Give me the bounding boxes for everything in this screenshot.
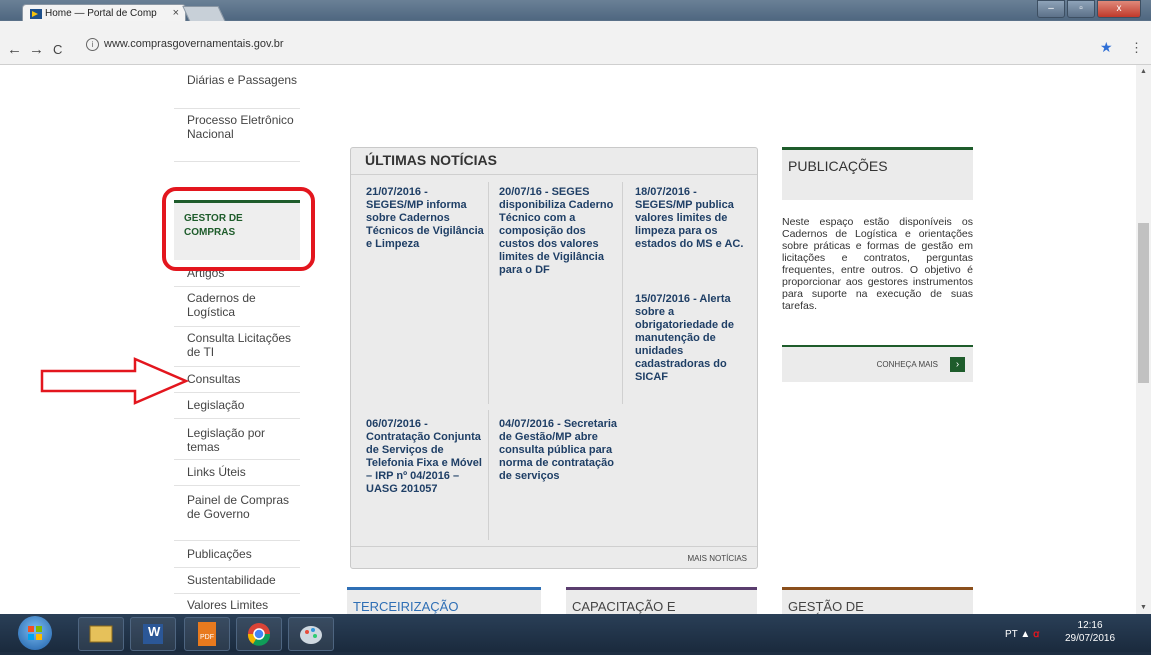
pdf-label: PDF (200, 634, 214, 641)
chevron-right-icon[interactable]: › (950, 357, 965, 372)
sidebar-item-publicacoes[interactable]: Publicações (174, 547, 300, 568)
close-window-button[interactable]: x (1097, 0, 1141, 18)
pdf-icon[interactable]: PDF (184, 617, 230, 651)
divider (488, 410, 489, 540)
tab-title: Home — Portal de Comp (45, 8, 157, 19)
news-item[interactable]: 04/07/2016 - Secretaria de Gestão/MP abr… (499, 418, 619, 483)
info-icon[interactable]: i (86, 38, 99, 51)
more-news-link[interactable]: MAIS NOTÍCIAS (687, 554, 747, 563)
news-item[interactable]: 15/07/2016 - Alerta sobre a obrigatoried… (635, 293, 753, 384)
gestao-logistica-box[interactable]: GESTÃO DE LOGÍSTICA (782, 587, 973, 614)
bookmark-star-icon[interactable]: ★ (1100, 39, 1113, 56)
maximize-button[interactable]: ▫ (1067, 0, 1095, 18)
divider (351, 174, 757, 175)
browser-menu-icon[interactable]: ⋮ (1130, 40, 1143, 56)
web-page: Diárias e Passagens Processo Eletrônico … (0, 65, 1136, 614)
scrollbar-thumb[interactable] (1138, 223, 1149, 383)
sidebar-item-valores-limites[interactable]: Valores Limites (174, 598, 300, 614)
file-explorer-icon[interactable] (78, 617, 124, 651)
browser-toolbar: ← → C i www.comprasgovernamentais.gov.br … (0, 21, 1151, 65)
box-title: GESTÃO DE LOGÍSTICA (788, 599, 864, 614)
sidebar-item-consulta-licitacoes-ti[interactable]: Consulta Licitações de TI (174, 331, 300, 367)
capacitacao-box[interactable]: CAPACITAÇÃO E EVENTOS (566, 587, 757, 614)
sidebar-item-sustentabilidade[interactable]: Sustentabilidade (174, 573, 300, 594)
learn-more-link[interactable]: CONHEÇA MAIS (877, 360, 938, 369)
learn-more-bar[interactable]: CONHEÇA MAIS › (782, 345, 973, 382)
address-bar[interactable]: i www.comprasgovernamentais.gov.br (86, 38, 284, 51)
box-title: TERCEIRIZAÇÃO (353, 599, 459, 614)
paint-icon[interactable] (288, 617, 334, 651)
start-button[interactable] (18, 616, 52, 650)
divider (622, 182, 623, 404)
sidebar-item-legislacao[interactable]: Legislação (174, 398, 300, 419)
word-icon[interactable]: W (130, 617, 176, 651)
sidebar-item-legislacao-por-temas[interactable]: Legislação por temas (174, 426, 300, 460)
windows-logo-icon (28, 626, 42, 640)
publications-description: Neste espaço estão disponíveis os Cadern… (782, 216, 973, 312)
minimize-button[interactable]: ‒ (1037, 0, 1065, 18)
news-item[interactable]: 18/07/2016 - SEGES/MP publica valores li… (635, 186, 753, 251)
sidebar-item-painel-compras[interactable]: Painel de Compras de Governo (174, 493, 300, 541)
system-clock[interactable]: 12:16 29/07/2016 (1065, 619, 1115, 645)
divider (351, 546, 757, 547)
scroll-down-icon[interactable]: ▼ (1140, 604, 1147, 611)
word-label: W (148, 624, 161, 639)
language-indicator[interactable]: PT ▲ ꭤ (1005, 626, 1039, 640)
news-item[interactable]: 20/07/16 - SEGES disponibiliza Caderno T… (499, 186, 619, 277)
windows-taskbar: W PDF PT ▲ ꭤ 12:16 29/07/2016 (0, 614, 1151, 652)
publications-header: PUBLICAÇÕES (782, 147, 973, 200)
tray-arrow-icon[interactable]: ▲ (1020, 629, 1030, 640)
url-text: www.comprasgovernamentais.gov.br (104, 38, 284, 50)
tab-close-icon[interactable]: × (173, 7, 179, 19)
window-controls: ‒ ▫ x (1035, 0, 1141, 18)
title-bar: Home — Portal de Comp × ‒ ▫ x (0, 0, 1151, 23)
news-item[interactable]: 21/07/2016 - SEGES/MP informa sobre Cade… (366, 186, 484, 251)
portal-favicon-icon (30, 9, 42, 19)
clock-time: 12:16 (1077, 620, 1103, 631)
news-title: ÚLTIMAS NOTÍCIAS (365, 152, 497, 168)
highlight-annotation (162, 187, 315, 271)
new-tab-button[interactable] (182, 6, 226, 22)
sidebar-item-diarias[interactable]: Diárias e Passagens (174, 73, 300, 109)
divider (488, 182, 489, 404)
antivirus-icon[interactable]: ꭤ (1033, 629, 1039, 640)
forward-arrow-icon[interactable]: → (29, 41, 44, 58)
latest-news-panel: ÚLTIMAS NOTÍCIAS 21/07/2016 - SEGES/MP i… (350, 147, 758, 569)
publications-title: PUBLICAÇÕES (788, 158, 888, 174)
terceirizacao-box[interactable]: TERCEIRIZAÇÃO (347, 587, 541, 614)
reload-icon[interactable]: C (53, 42, 62, 57)
box-title: CAPACITAÇÃO E EVENTOS (572, 599, 676, 614)
sidebar-item-processo-eletronico[interactable]: Processo Eletrônico Nacional (174, 113, 300, 162)
chrome-icon[interactable] (236, 617, 282, 651)
clock-date: 29/07/2016 (1065, 633, 1116, 644)
back-arrow-icon[interactable]: ← (7, 41, 22, 58)
scroll-up-icon[interactable]: ▲ (1140, 68, 1147, 75)
sidebar-item-links-uteis[interactable]: Links Úteis (174, 465, 300, 486)
page-scrollbar[interactable]: ▲ ▼ (1136, 65, 1151, 614)
sidebar-item-consultas[interactable]: Consultas (174, 372, 300, 393)
language-label: PT (1005, 629, 1018, 640)
news-item[interactable]: 06/07/2016 - Contratação Conjunta de Ser… (366, 418, 484, 496)
sidebar-item-cadernos-logistica[interactable]: Cadernos de Logística (174, 291, 300, 327)
arrow-annotation-icon (40, 357, 190, 405)
